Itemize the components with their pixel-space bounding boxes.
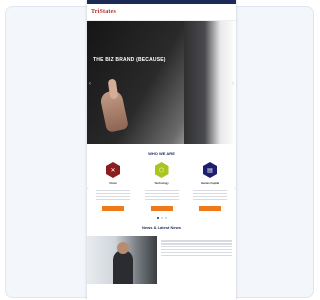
service-card: ▤ Human Capital xyxy=(190,162,230,211)
service-card: ✕ Vision xyxy=(93,162,133,211)
service-button[interactable] xyxy=(102,205,124,211)
hero-image-thumb xyxy=(107,78,119,100)
website-preview: TriStates THE BIZ BRAND (BECAUSE) ‹ › WH… xyxy=(87,0,236,300)
carousel-dot[interactable] xyxy=(160,216,163,219)
hero-banner: THE BIZ BRAND (BECAUSE) ‹ › xyxy=(87,21,236,144)
service-description xyxy=(144,188,179,202)
service-description xyxy=(193,188,227,202)
service-description xyxy=(96,188,130,202)
site-header: TriStates xyxy=(87,4,236,21)
news-image-head xyxy=(117,241,129,254)
service-name: Vision xyxy=(109,182,117,185)
badge-icon: ✕ xyxy=(106,162,120,178)
site-logo[interactable]: TriStates xyxy=(91,9,116,15)
chevron-left-icon[interactable]: ‹ xyxy=(89,81,91,87)
hero-image-suit xyxy=(184,21,236,144)
news-excerpt xyxy=(161,240,232,257)
news-body xyxy=(157,236,236,284)
news-image xyxy=(87,235,157,284)
service-card: ⬡ Technology xyxy=(142,162,182,211)
service-button[interactable] xyxy=(150,205,173,211)
news-item[interactable] xyxy=(87,235,236,284)
service-name: Human Capital xyxy=(200,182,220,185)
hex-icon: ⬡ xyxy=(154,162,169,178)
chevron-right-icon[interactable]: › xyxy=(234,186,236,192)
service-name: Technology xyxy=(154,182,169,185)
news-section-title: News & Latest News xyxy=(142,224,181,230)
carousel-dot[interactable] xyxy=(156,216,159,219)
news-image-person xyxy=(113,249,133,284)
service-button[interactable] xyxy=(199,205,221,211)
carousel-dot[interactable] xyxy=(164,216,167,219)
doc-icon: ▤ xyxy=(203,162,217,178)
hero-title: THE BIZ BRAND (BECAUSE) xyxy=(93,57,166,63)
services-row: ‹ ✕ Vision ⬡ Technology ▤ Human Capital … xyxy=(87,156,236,211)
chevron-right-icon[interactable]: › xyxy=(232,81,234,87)
carousel-dots xyxy=(87,216,236,219)
chevron-left-icon[interactable]: ‹ xyxy=(87,186,89,192)
